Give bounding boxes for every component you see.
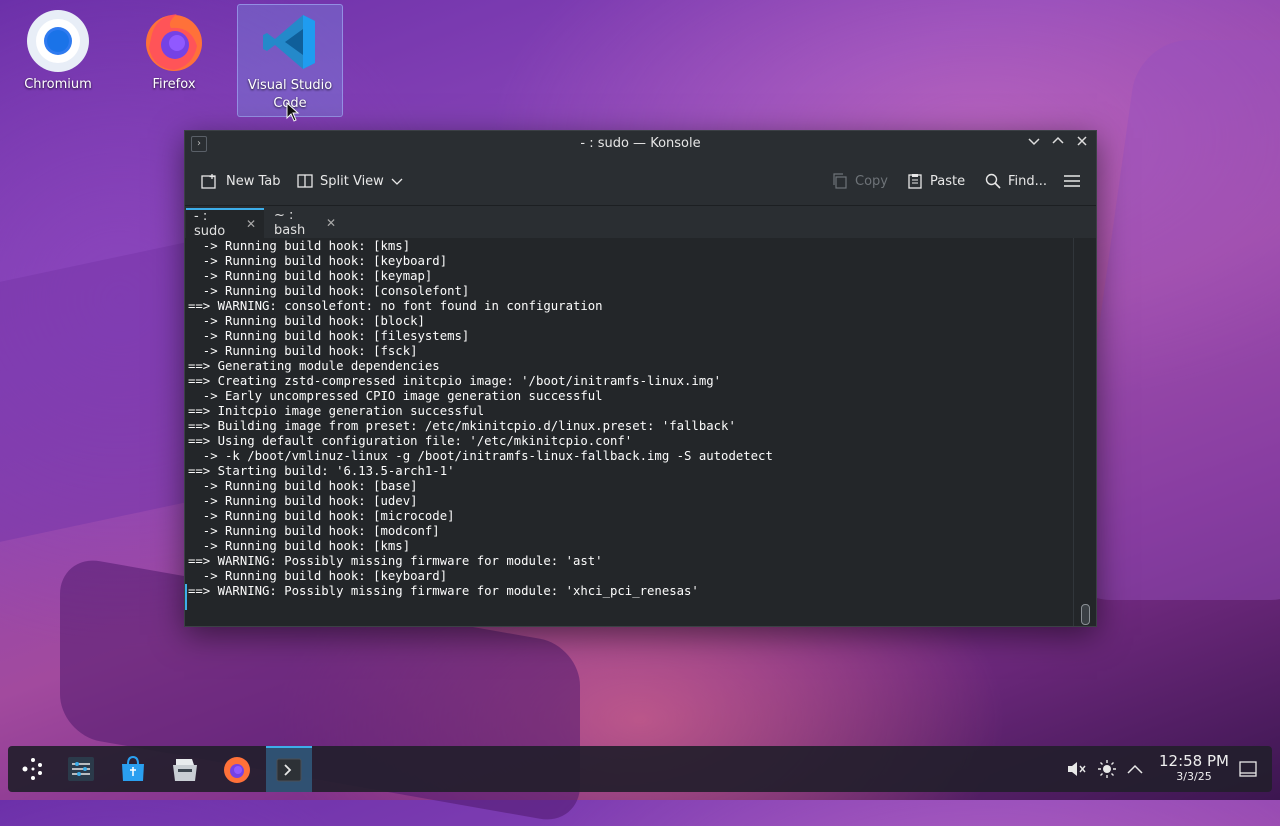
close-tab-icon[interactable]: ✕ <box>326 216 336 230</box>
close-icon <box>1077 136 1087 146</box>
terminal-line: ==> Creating zstd-compressed initcpio im… <box>188 374 722 388</box>
terminal-line: ==> Starting build: '6.13.5-arch1-1' <box>188 464 455 478</box>
desktop-icon-chromium[interactable]: Chromium <box>6 4 110 114</box>
terminal-line: -> -k /boot/vmlinuz-linux -g /boot/initr… <box>202 449 773 463</box>
digital-clock[interactable]: 12:58 PM 3/3/25 <box>1154 752 1234 784</box>
terminal-line: -> Running build hook: [kms] <box>202 539 411 553</box>
system-tray-expand-button[interactable] <box>1123 746 1147 792</box>
konsole-icon <box>276 758 302 782</box>
clock-date: 3/3/25 <box>1176 770 1212 783</box>
terminal-line: -> Running build hook: [microcode] <box>202 509 455 523</box>
terminal-line: -> Running build hook: [kms] <box>202 239 411 253</box>
volume-muted-icon <box>1068 762 1086 776</box>
terminal-line: -> Early uncompressed CPIO image generat… <box>202 389 603 403</box>
terminal-line: ==> Building image from preset: /etc/mki… <box>188 419 736 433</box>
terminal-line: ==> WARNING: Possibly missing firmware f… <box>188 584 699 598</box>
copy-label: Copy <box>855 173 888 189</box>
desktop-icon-firefox[interactable]: Firefox <box>122 4 226 114</box>
terminal-cursor <box>185 584 187 610</box>
steamdeck-launcher-icon <box>22 758 42 780</box>
brightness-button[interactable] <box>1095 746 1119 792</box>
terminal-line: -> Running build hook: [fsck] <box>202 344 418 358</box>
terminal-line: ==> Generating module dependencies <box>188 359 440 373</box>
brightness-icon <box>1098 760 1116 778</box>
taskbar-file-manager[interactable] <box>162 746 208 792</box>
tab-sudo[interactable]: - : sudo ✕ <box>186 208 264 239</box>
taskbar: 12:58 PM 3/3/25 <box>8 746 1272 792</box>
find-button[interactable]: Find... <box>985 157 1047 205</box>
clock-time: 12:58 PM <box>1159 752 1229 770</box>
terminal-line: -> Running build hook: [keyboard] <box>202 569 448 583</box>
maximize-button[interactable] <box>1049 135 1067 153</box>
mouse-pointer-icon <box>286 101 300 126</box>
show-desktop-icon <box>1239 761 1257 777</box>
chromium-icon <box>25 8 91 74</box>
toolbar: New Tab Split View Copy Paste Find... <box>185 157 1096 206</box>
desktop-icon-label: Chromium <box>24 77 92 92</box>
new-tab-icon <box>201 174 216 189</box>
hamburger-menu-button[interactable] <box>1063 157 1081 205</box>
taskbar-system-settings[interactable] <box>58 746 104 792</box>
copy-icon <box>833 173 847 189</box>
search-icon <box>985 173 1001 189</box>
terminal-line: -> Running build hook: [base] <box>202 479 418 493</box>
chevron-up-icon <box>1127 764 1143 774</box>
konsole-window: › - : sudo — Konsole New Tab Split View … <box>184 130 1097 627</box>
terminal-line: -> Running build hook: [udev] <box>202 494 418 508</box>
terminal-line: ==> WARNING: Possibly missing firmware f… <box>188 554 603 568</box>
minimize-button[interactable] <box>1025 135 1043 153</box>
chevron-down-icon <box>1028 138 1040 146</box>
terminal-line: -> Running build hook: [consolefont] <box>202 284 470 298</box>
file-manager-icon <box>173 759 197 781</box>
firefox-icon <box>141 8 207 74</box>
find-label: Find... <box>1008 173 1048 189</box>
new-tab-button[interactable]: New Tab <box>201 157 281 205</box>
desktop-icon-vscode[interactable]: Visual Studio Code <box>237 4 343 117</box>
application-launcher-button[interactable] <box>10 746 56 792</box>
tab-bar: - : sudo ✕ ~ : bash ✕ <box>185 206 1096 239</box>
volume-muted-button[interactable] <box>1064 746 1088 792</box>
terminal-line: -> Running build hook: [keymap] <box>202 269 433 283</box>
terminal-text: -> Running build hook: [kms] -> Running … <box>185 238 1073 599</box>
terminal-line: -> Running build hook: [keyboard] <box>202 254 448 268</box>
settings-sliders-icon <box>68 757 94 781</box>
paste-label: Paste <box>930 173 966 189</box>
terminal-line: -> Running build hook: [filesystems] <box>202 329 470 343</box>
split-view-label: Split View <box>320 173 384 189</box>
vscode-icon <box>257 9 323 75</box>
paste-button[interactable]: Paste <box>907 157 965 205</box>
hamburger-menu-icon <box>1064 175 1080 187</box>
taskbar-discover[interactable] <box>110 746 156 792</box>
tab-label: ~ : bash <box>274 208 306 238</box>
desktop-icon-label: Firefox <box>152 77 196 92</box>
terminal-output[interactable]: -> Running build hook: [kms] -> Running … <box>185 238 1073 626</box>
firefox-icon <box>224 757 250 783</box>
chevron-up-icon <box>1052 136 1064 144</box>
terminal-line: ==> Initcpio image generation successful <box>188 404 485 418</box>
show-desktop-button[interactable] <box>1236 746 1260 792</box>
taskbar-firefox[interactable] <box>214 746 260 792</box>
split-view-icon <box>297 174 313 188</box>
tab-bash[interactable]: ~ : bash ✕ <box>266 208 344 238</box>
terminal-line: -> Running build hook: [modconf] <box>202 524 440 538</box>
copy-button[interactable]: Copy <box>832 157 888 205</box>
shopping-bag-icon <box>122 755 144 781</box>
terminal-line: ==> WARNING: consolefont: no font found … <box>188 299 603 313</box>
chevron-down-icon <box>391 178 403 185</box>
terminal-scrollbar[interactable] <box>1073 238 1096 626</box>
paste-icon <box>908 174 922 189</box>
terminal-line: -> Running build hook: [block] <box>202 314 425 328</box>
close-button[interactable] <box>1073 135 1091 153</box>
new-tab-label: New Tab <box>226 173 281 189</box>
close-tab-icon[interactable]: ✕ <box>246 217 256 231</box>
split-view-button[interactable]: Split View <box>297 157 403 205</box>
tab-label: - : sudo <box>194 209 226 239</box>
scrollbar-thumb[interactable] <box>1081 604 1090 625</box>
terminal-line: ==> Using default configuration file: '/… <box>188 434 633 448</box>
window-title: - : sudo — Konsole <box>580 136 701 151</box>
taskbar-konsole[interactable] <box>266 746 312 792</box>
title-bar: › - : sudo — Konsole <box>185 131 1096 157</box>
